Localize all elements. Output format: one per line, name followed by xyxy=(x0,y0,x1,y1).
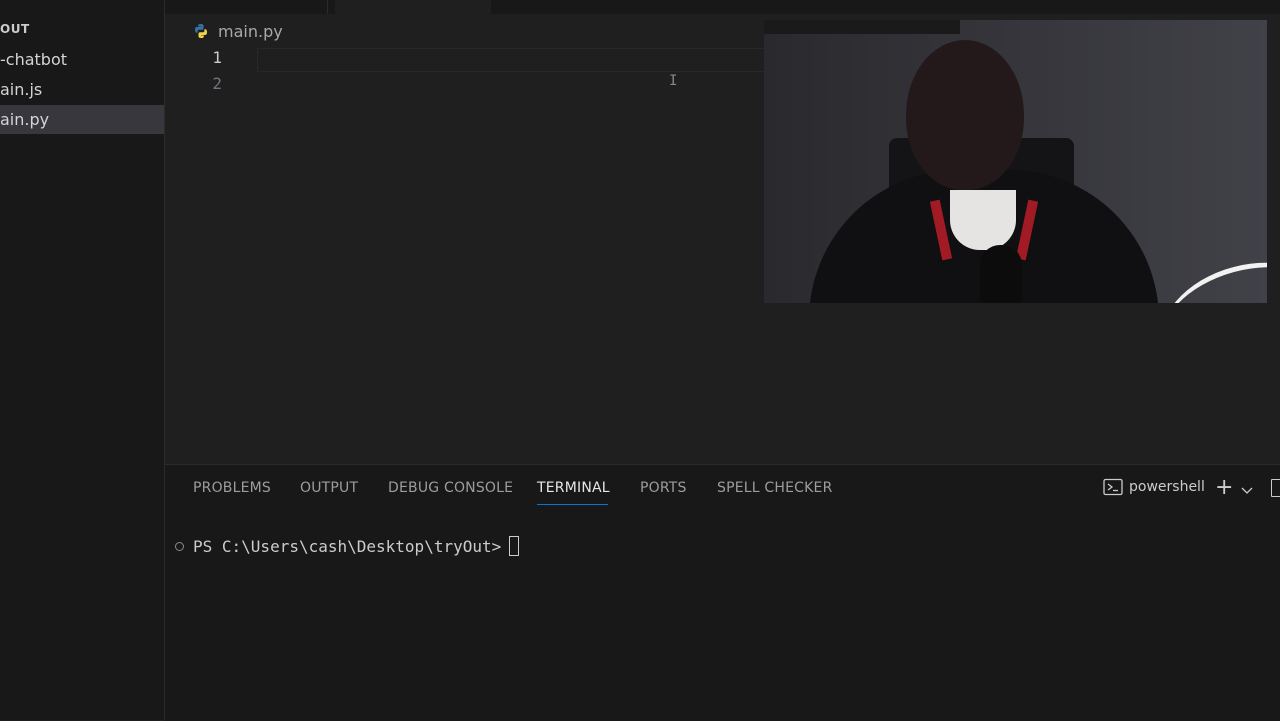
tab-ports[interactable]: PORTS xyxy=(640,480,687,496)
line-number: 1 xyxy=(212,48,222,67)
python-icon xyxy=(193,23,209,39)
terminal-name: powershell xyxy=(1129,479,1205,495)
explorer-sidebar: OUT -chatbot ain.js ain.py xyxy=(0,0,165,720)
tab-problems[interactable]: PROBLEMS xyxy=(193,480,271,496)
person-collar xyxy=(950,190,1016,250)
terminal-prompt-line[interactable]: PS C:\Users\cash\Desktop\tryOut> xyxy=(175,535,520,557)
webcam-overlay xyxy=(764,20,1267,303)
line-number: 2 xyxy=(212,74,222,93)
editor-tab[interactable] xyxy=(165,0,328,14)
tab-debug-console[interactable]: DEBUG CONSOLE xyxy=(388,480,513,496)
explorer-item-label: -chatbot xyxy=(0,50,68,69)
terminal-cursor xyxy=(509,536,520,556)
tab-terminal[interactable]: TERMINAL xyxy=(537,480,610,496)
terminal-icon xyxy=(1103,478,1123,496)
microphone xyxy=(980,245,1022,303)
code-editor[interactable]: 1 2 xyxy=(165,44,765,464)
current-line-highlight xyxy=(257,48,765,72)
explorer-header: OUT xyxy=(0,22,30,36)
chevron-down-icon[interactable] xyxy=(1240,481,1254,494)
new-terminal-plus-icon[interactable]: + xyxy=(1215,475,1233,500)
editor-tab-strip xyxy=(165,0,1280,14)
tab-output[interactable]: OUTPUT xyxy=(300,480,358,496)
person-head xyxy=(906,40,1024,190)
command-decoration-icon xyxy=(175,541,184,551)
explorer-item-chatbot[interactable]: -chatbot xyxy=(0,45,164,74)
bottom-panel: PROBLEMS OUTPUT DEBUG CONSOLE TERMINAL P… xyxy=(165,464,1280,721)
explorer-item-label: ain.js xyxy=(0,80,43,99)
explorer-item-main-py[interactable]: ain.py xyxy=(0,105,164,134)
editor-tab-active[interactable] xyxy=(335,0,491,14)
webcam-top-bar xyxy=(764,20,960,34)
mouse-text-cursor: I xyxy=(669,73,678,89)
explorer-item-main-js[interactable]: ain.js xyxy=(0,75,164,104)
active-tab-indicator xyxy=(537,504,608,505)
split-terminal-icon[interactable] xyxy=(1271,479,1280,497)
breadcrumb-file[interactable]: main.py xyxy=(218,22,283,41)
explorer-item-label: ain.py xyxy=(0,110,50,129)
tab-spell-checker[interactable]: SPELL CHECKER xyxy=(717,480,833,496)
terminal-selector[interactable]: powershell xyxy=(1103,478,1205,496)
terminal-prompt: PS C:\Users\cash\Desktop\tryOut> xyxy=(193,536,502,556)
ring-light xyxy=(1145,243,1267,303)
breadcrumb[interactable]: main.py xyxy=(193,20,283,42)
